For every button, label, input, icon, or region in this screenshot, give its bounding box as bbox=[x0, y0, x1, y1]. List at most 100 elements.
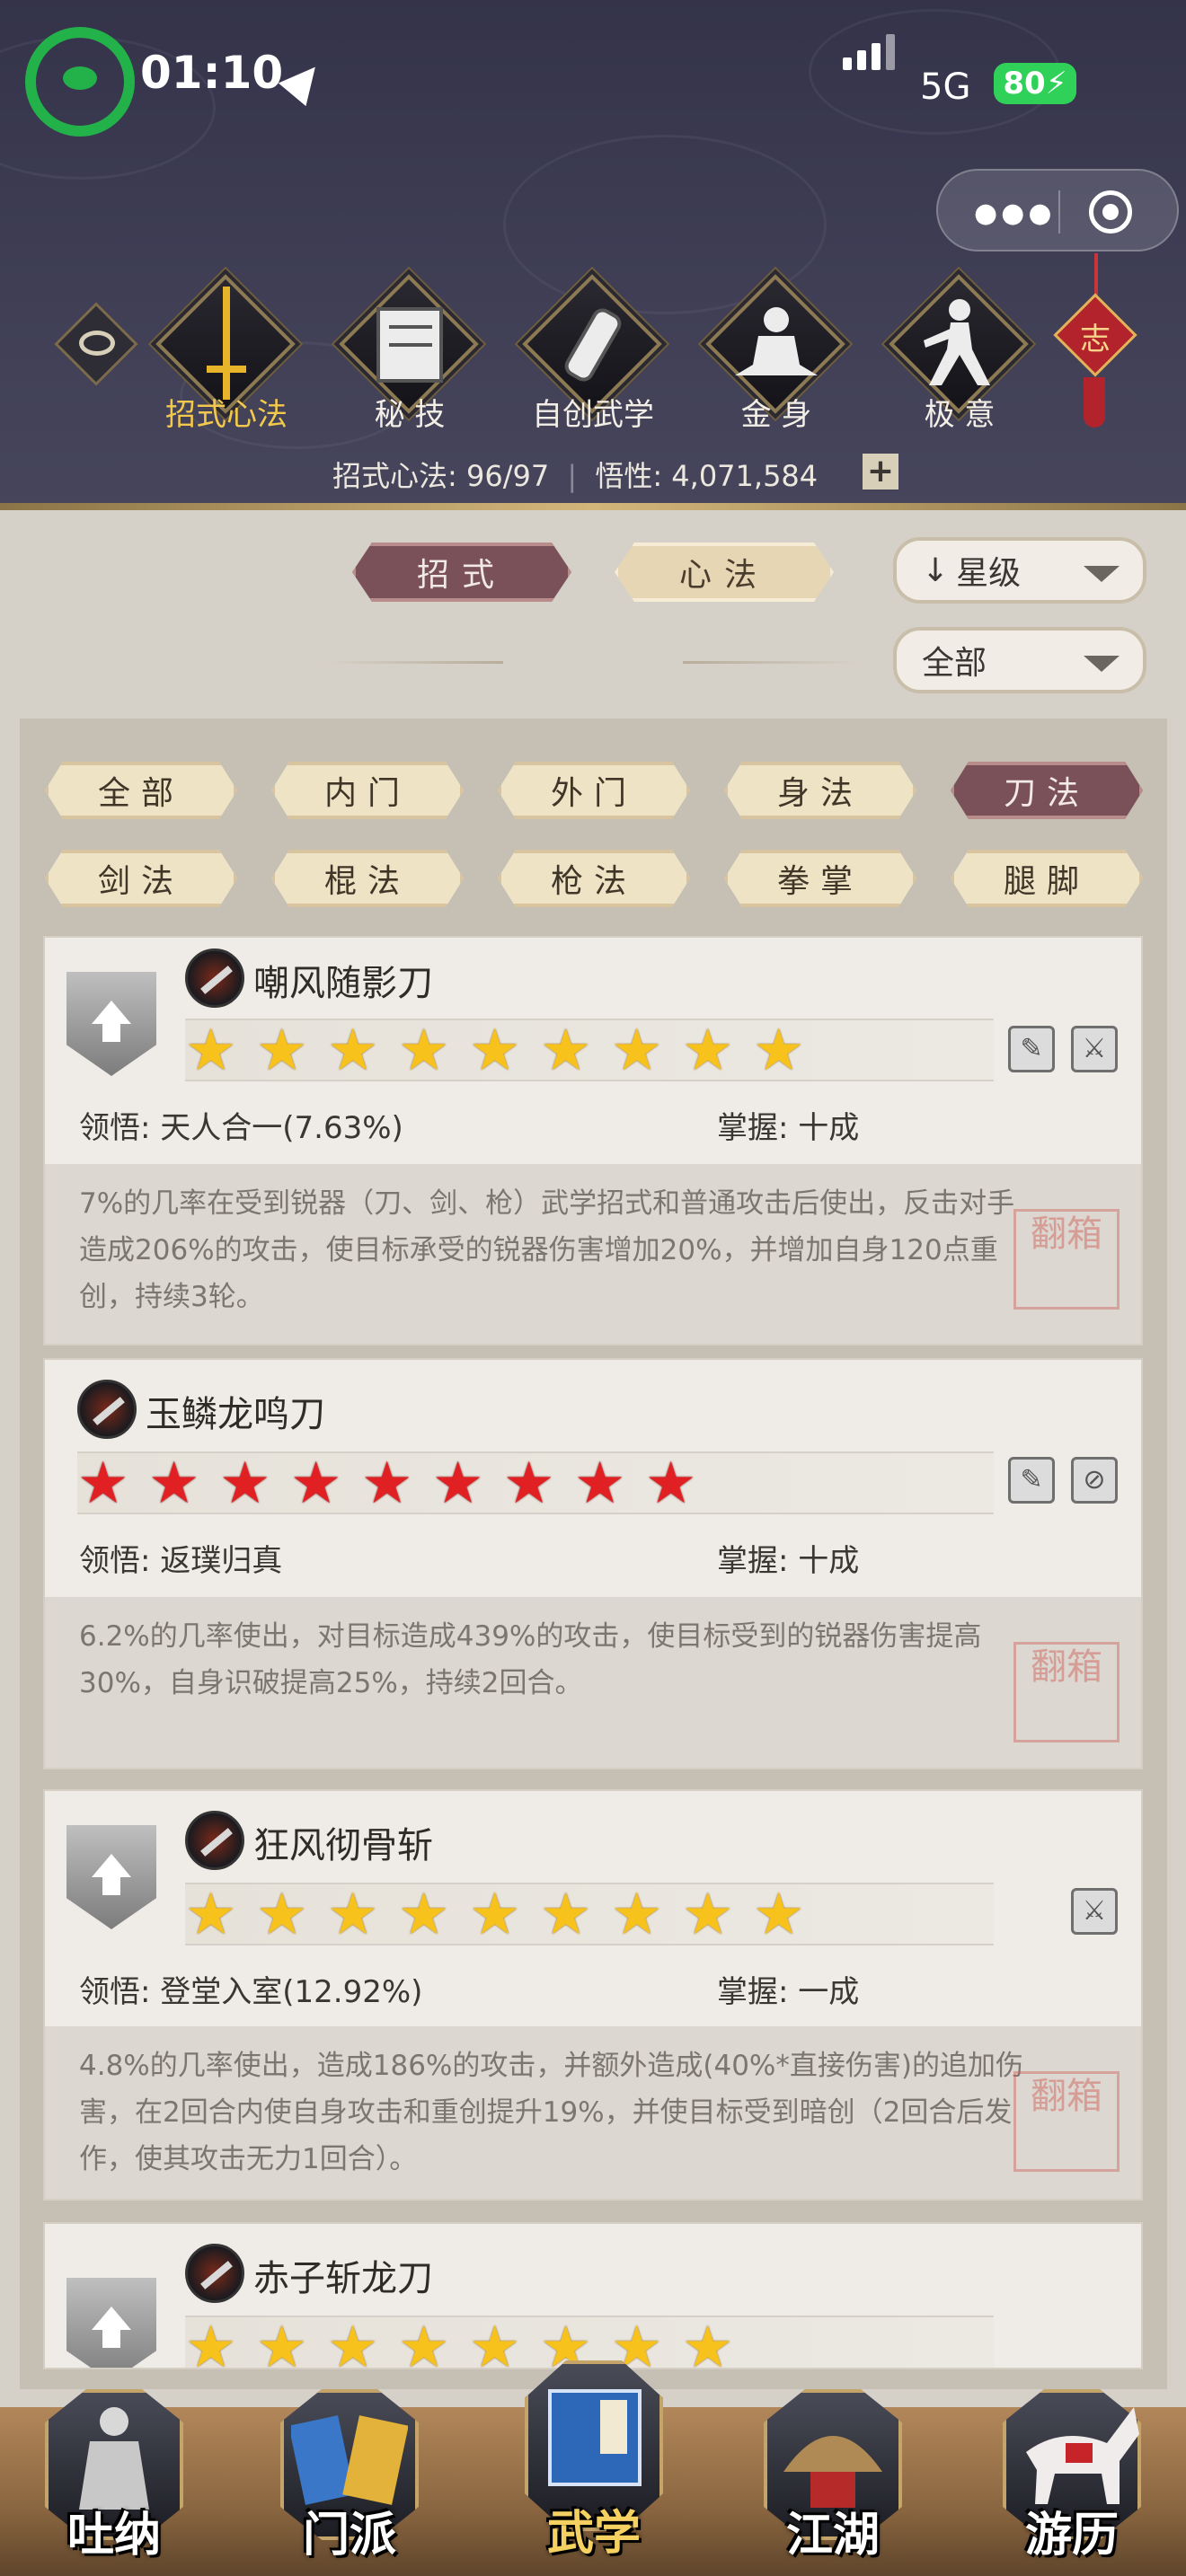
star-icon: ★ bbox=[469, 2315, 521, 2369]
blade-type-icon[interactable]: ⚔ bbox=[1071, 1026, 1118, 1072]
nav-label: 江湖 bbox=[785, 2509, 880, 2563]
skill-description: 7%的几率在受到锐器（刀、剑、枪）武学招式和普通攻击后使出，反击对手造成206%… bbox=[45, 1164, 1141, 1344]
comprehension-label: 领悟: bbox=[79, 1543, 151, 1579]
star-icon: ★ bbox=[753, 1882, 805, 1948]
tab-custom-label[interactable]: 自创武学 bbox=[503, 390, 683, 434]
seal-stamp: 翻箱 bbox=[1013, 1209, 1120, 1310]
category-staff[interactable]: 棍法 bbox=[271, 850, 464, 907]
star-icon: ★ bbox=[256, 1018, 308, 1084]
comprehension-value: 天人合一(7.63%) bbox=[160, 1110, 403, 1146]
ornament-line-right bbox=[683, 661, 863, 664]
category-all[interactable]: 全部 bbox=[45, 762, 237, 819]
manual-book-icon bbox=[548, 2389, 642, 2486]
battery-indicator: 80 ⚡ bbox=[994, 63, 1076, 104]
mastery: 掌握: 一成 bbox=[717, 1967, 859, 2011]
blade-skill-icon bbox=[185, 2244, 244, 2303]
book-icon bbox=[376, 307, 443, 383]
blade-type-icon[interactable]: ⚔ bbox=[1071, 1888, 1118, 1935]
category-spear[interactable]: 枪法 bbox=[498, 850, 690, 907]
star-icon: ★ bbox=[645, 1451, 697, 1517]
star-icon: ★ bbox=[219, 1451, 271, 1517]
chevron-down-icon bbox=[1084, 566, 1120, 582]
add-insight-button[interactable]: + bbox=[863, 454, 898, 490]
comprehension: 领悟: 返璞归真 bbox=[79, 1536, 282, 1580]
upgrade-icon[interactable] bbox=[66, 2278, 156, 2368]
scope-dropdown[interactable]: 全部 bbox=[893, 627, 1146, 693]
header-divider bbox=[0, 503, 1186, 510]
category-fist[interactable]: 拳掌 bbox=[724, 850, 916, 907]
comprehension-label: 领悟: bbox=[79, 1974, 151, 2010]
skill-description: 4.8%的几率使出，造成186%的攻击，并额外造成(40%*直接伤害)的追加伤害… bbox=[45, 2026, 1141, 2199]
description-text: 6.2%的几率使出，对目标造成439%的攻击，使目标受到的锐器伤害提高30%，自… bbox=[79, 1620, 982, 1699]
mastery-value: 十成 bbox=[798, 1110, 860, 1146]
category-movement[interactable]: 身法 bbox=[724, 762, 916, 819]
stats-line: 招式心法: 96/97 | 悟性: 4,071,584 bbox=[332, 454, 818, 495]
nav-label: 游历 bbox=[1024, 2509, 1119, 2563]
skill-card[interactable]: 狂风彻骨斩 ★ ★ ★ ★ ★ ★ ★ ★ ★ ⚔ 领悟: 登堂入室(12.92… bbox=[43, 1789, 1143, 2201]
description-text: 4.8%的几率使出，造成186%的攻击，并额外造成(40%*直接伤害)的追加伤害… bbox=[79, 2050, 1023, 2175]
skill-name: 赤子斩龙刀 bbox=[253, 2258, 433, 2299]
blade-skill-icon bbox=[77, 1380, 137, 1439]
scope-label: 全部 bbox=[922, 645, 987, 682]
category-leg[interactable]: 腿脚 bbox=[951, 850, 1143, 907]
nav-jianghu[interactable]: 江湖 bbox=[757, 2389, 909, 2569]
scroll-icon bbox=[564, 308, 622, 382]
tab-secret-label[interactable]: 秘 技 bbox=[320, 390, 500, 434]
location-arrow-icon bbox=[278, 55, 330, 107]
star-icon: ★ bbox=[611, 1882, 663, 1948]
sort-label: 星级 bbox=[956, 555, 1022, 592]
martial-pose-icon bbox=[924, 299, 990, 385]
nav-sect[interactable]: 门派 bbox=[273, 2389, 426, 2569]
comprehension-label: 领悟: bbox=[79, 1110, 151, 1146]
category-sword[interactable]: 剑法 bbox=[45, 850, 237, 907]
sword-icon bbox=[207, 287, 246, 400]
star-icon: ★ bbox=[682, 1018, 734, 1084]
upgrade-icon[interactable] bbox=[66, 1825, 156, 1929]
nav-travel[interactable]: 游历 bbox=[996, 2389, 1148, 2569]
nav-martial-arts[interactable]: 武学 bbox=[518, 2360, 670, 2569]
tab-golden-body-label[interactable]: 金 身 bbox=[686, 390, 866, 434]
sect-flags-icon bbox=[291, 2415, 408, 2505]
star-icon: ★ bbox=[185, 1882, 237, 1948]
close-miniapp-icon[interactable] bbox=[1089, 190, 1132, 234]
more-icon[interactable]: ●●● bbox=[974, 198, 1056, 229]
insight-label: 悟性: bbox=[595, 459, 663, 493]
comprehension: 领悟: 登堂入室(12.92%) bbox=[79, 1967, 422, 2011]
knot-character: 志 bbox=[1080, 322, 1111, 357]
nav-label: 武学 bbox=[546, 2507, 641, 2561]
mastery-label: 掌握: bbox=[717, 1543, 789, 1579]
star-icon: ★ bbox=[611, 1018, 663, 1084]
upgrade-icon[interactable] bbox=[66, 972, 156, 1076]
skill-book-icon[interactable]: ✎ bbox=[1008, 1457, 1055, 1504]
skill-card[interactable]: 玉鳞龙鸣刀 ★ ★ ★ ★ ★ ★ ★ ★ ★ ✎ ⊘ 领悟: 返璞归真 掌握:… bbox=[43, 1358, 1143, 1769]
star-icon: ★ bbox=[185, 2315, 237, 2369]
tab-moves-type[interactable]: 招式 bbox=[352, 543, 571, 602]
category-inner[interactable]: 内门 bbox=[271, 762, 464, 819]
battery-level: 80 bbox=[1003, 66, 1046, 101]
tab-moves-label[interactable]: 招式心法 bbox=[137, 390, 316, 434]
mastery-label: 掌握: bbox=[717, 1110, 789, 1146]
nav-breathing[interactable]: 吐纳 bbox=[38, 2389, 190, 2569]
star-icon: ★ bbox=[540, 1018, 592, 1084]
tab-ultimate-label[interactable]: 极 意 bbox=[870, 390, 1049, 434]
skill-card[interactable]: 嘲风随影刀 ★ ★ ★ ★ ★ ★ ★ ★ ★ ✎ ⚔ 领悟: 天人合一(7.6… bbox=[43, 936, 1143, 1345]
header: 01:10 5G 80 ⚡ ●●● 招式心法 秘 技 自创武学 金 身 极 意 志 bbox=[0, 0, 1186, 507]
blade-type-icon[interactable]: ⊘ bbox=[1071, 1457, 1118, 1504]
skill-card[interactable]: 赤子斩龙刀 ★ ★ ★ ★ ★ ★ ★ ★ bbox=[43, 2222, 1143, 2369]
sort-dropdown[interactable]: ↓ 星级 bbox=[893, 537, 1146, 604]
chat-status-icon bbox=[25, 27, 135, 137]
bamboo-hat-icon bbox=[783, 2436, 882, 2508]
nav-label: 吐纳 bbox=[66, 2509, 161, 2563]
star-icon: ★ bbox=[682, 2315, 734, 2369]
status-time: 01:10 bbox=[140, 47, 284, 99]
category-outer[interactable]: 外门 bbox=[498, 762, 690, 819]
knot-tassel bbox=[1084, 377, 1105, 428]
star-icon: ★ bbox=[77, 1451, 129, 1517]
sort-arrow-icon: ↓ bbox=[922, 551, 950, 589]
skill-book-icon[interactable]: ✎ bbox=[1008, 1026, 1055, 1072]
star-icon: ★ bbox=[682, 1882, 734, 1948]
mastery-value: 十成 bbox=[798, 1543, 860, 1579]
star-icon: ★ bbox=[469, 1882, 521, 1948]
category-blade[interactable]: 刀法 bbox=[951, 762, 1143, 819]
tab-heart-method[interactable]: 心法 bbox=[615, 543, 834, 602]
